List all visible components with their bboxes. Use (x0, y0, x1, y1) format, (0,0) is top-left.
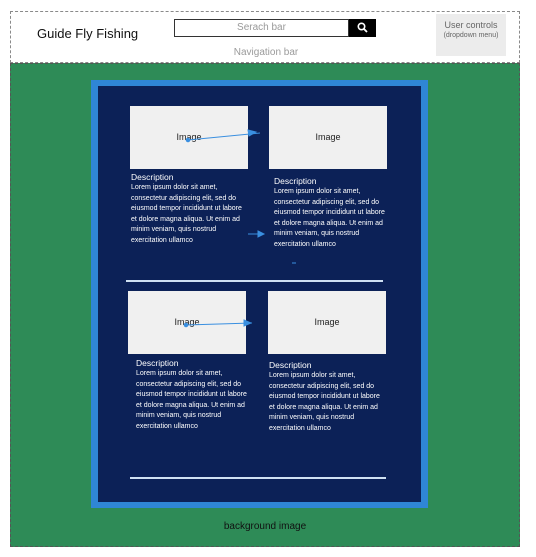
card-description-title: Description (274, 176, 317, 186)
background-image-area: Image Description Lorem ipsum dolor sit … (10, 63, 520, 547)
card-description-text: Lorem ipsum dolor sit amet, consectetur … (136, 370, 247, 430)
user-controls-sublabel: (dropdown menu) (443, 32, 499, 39)
card-description: Description Lorem ipsum dolor sit amet, … (131, 172, 249, 246)
navigation-bar: Guide Fly Fishing Serach bar Navigation … (10, 11, 520, 63)
card-description: Description Lorem ipsum dolor sit amet, … (136, 358, 254, 432)
card-description-text: Lorem ipsum dolor sit amet, consectetur … (131, 184, 242, 244)
card-description-title: Description (136, 358, 179, 368)
search-button[interactable] (349, 19, 376, 37)
section-divider (130, 477, 386, 479)
search-icon (357, 22, 368, 33)
card-description: Description Lorem ipsum dolor sit amet, … (269, 360, 387, 434)
card-image[interactable]: Image (269, 106, 387, 169)
search-input[interactable]: Serach bar (174, 19, 349, 37)
card-image[interactable]: Image (268, 291, 386, 354)
card-image[interactable]: Image (128, 291, 246, 354)
user-controls-label: User controls (444, 20, 498, 30)
card-description-text: Lorem ipsum dolor sit amet, consectetur … (274, 188, 385, 248)
user-controls-dropdown[interactable]: User controls (dropdown menu) (436, 14, 506, 56)
content-panel-inner: Image Description Lorem ipsum dolor sit … (98, 86, 421, 502)
card-image[interactable]: Image (130, 106, 248, 169)
card-description-text: Lorem ipsum dolor sit amet, consectetur … (269, 372, 380, 432)
card-description-title: Description (131, 172, 174, 182)
card-description-title: Description (269, 360, 312, 370)
arrow-head-icon (247, 129, 258, 137)
site-brand[interactable]: Guide Fly Fishing (37, 26, 138, 41)
content-panel: Image Description Lorem ipsum dolor sit … (91, 80, 428, 508)
section-divider (126, 280, 383, 282)
background-image-caption: background image (223, 521, 307, 532)
arrow-head-icon (257, 230, 266, 238)
card-description: Description Lorem ipsum dolor sit amet, … (274, 176, 392, 250)
